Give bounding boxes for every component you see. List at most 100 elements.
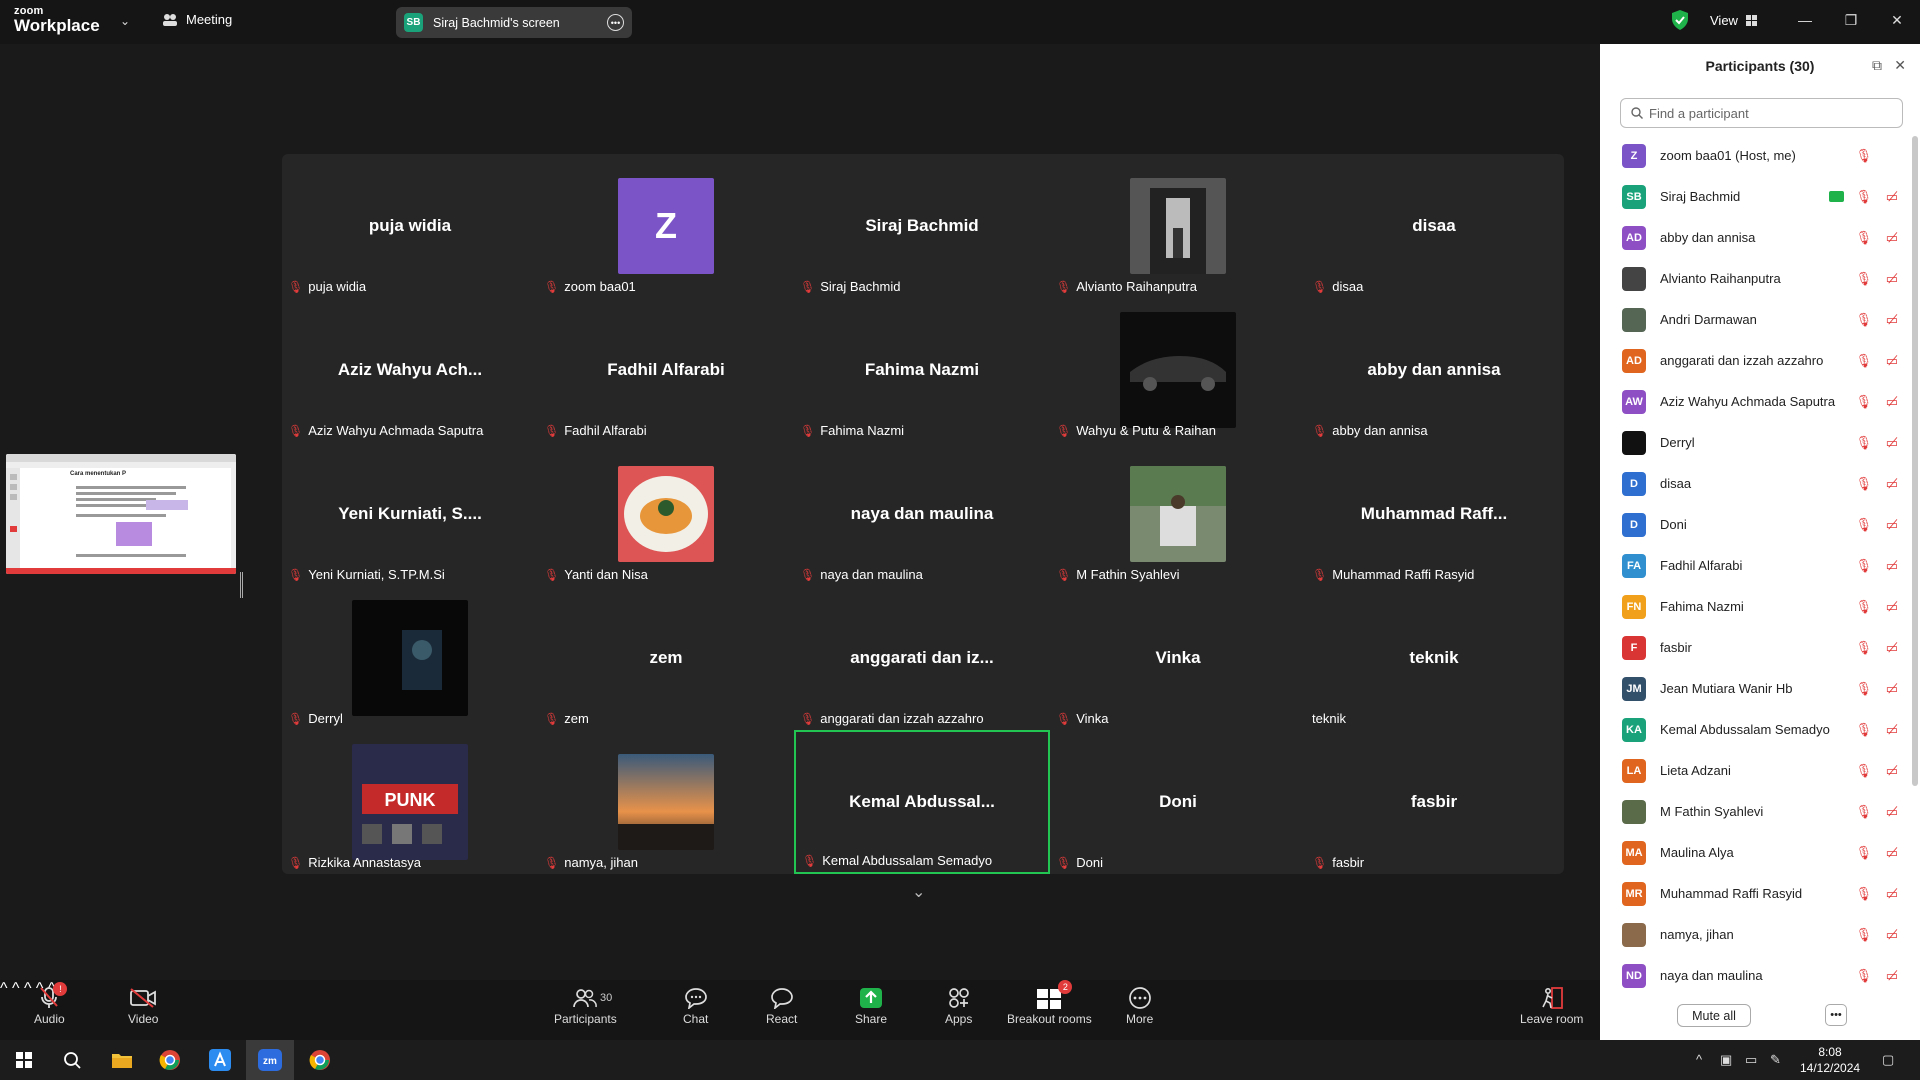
mic-muted-icon[interactable]: 🎙︎ [1855, 722, 1872, 738]
participant-video-tile[interactable]: 🎙︎ M Fathin Syahlevi [1050, 442, 1306, 586]
video-off-icon[interactable]: ▭̸ [1886, 968, 1898, 984]
system-clock[interactable]: 8:08 14/12/2024 [1800, 1044, 1860, 1076]
mic-muted-icon[interactable]: 🎙︎ [1855, 271, 1872, 287]
participant-video-tile[interactable]: Kemal Abdussal... 🎙︎ Kemal Abdussalam Sema… [794, 730, 1050, 874]
mic-muted-icon[interactable]: 🎙︎ [1855, 476, 1872, 492]
video-off-icon[interactable]: ▭̸ [1886, 353, 1898, 369]
participant-video-tile[interactable]: Muhammad Raff... 🎙︎ Muhammad Raffi Rasyid [1306, 442, 1562, 586]
participant-list-item[interactable]: Ffasbir 🎙︎ ▭̸ [1600, 627, 1910, 668]
thumbnail-resize-handle[interactable] [240, 572, 243, 598]
video-off-icon[interactable]: ▭̸ [1886, 230, 1898, 246]
participant-list-item[interactable]: FN Fahima Nazmi 🎙︎ ▭̸ [1600, 586, 1910, 627]
participants-button[interactable]: Participants [554, 984, 617, 1026]
scroll-down-chevron-icon[interactable]: ⌄ [912, 882, 925, 902]
participant-list-item[interactable]: MA Maulina Alya 🎙︎ ▭̸ [1600, 832, 1910, 873]
participant-list-scrollbar[interactable] [1912, 136, 1918, 786]
zoom-taskbar-icon[interactable]: zm [246, 1040, 294, 1080]
participant-video-tile[interactable]: anggarati dan iz... 🎙︎ anggarati dan izzah… [794, 586, 1050, 730]
participant-video-tile[interactable]: 🎙︎ Derryl [282, 586, 538, 730]
participant-video-tile[interactable]: Yeni Kurniati, S.... 🎙︎ Yeni Kurniati, S.T… [282, 442, 538, 586]
video-off-icon[interactable]: ▭̸ [1886, 722, 1898, 738]
close-panel-icon[interactable]: ✕ [1894, 57, 1906, 74]
windows-start-icon[interactable] [0, 1040, 48, 1080]
mic-muted-icon[interactable]: 🎙︎ [1855, 763, 1872, 779]
participant-video-tile[interactable]: PUNK 🎙︎ Rizkika Annastasya [282, 730, 538, 874]
participant-list-item[interactable]: Andri Darmawan 🎙︎ ▭̸ [1600, 299, 1910, 340]
zoom-workplace-logo[interactable]: zoom Workplace [14, 6, 100, 35]
audio-options-caret-icon[interactable]: ^ [0, 980, 8, 997]
more-button[interactable]: More [1126, 984, 1153, 1026]
participant-video-tile[interactable]: 🎙︎ namya, jihan [538, 730, 794, 874]
mic-muted-icon[interactable]: 🎙︎ [1855, 148, 1872, 164]
participant-video-tile[interactable]: Z 🎙︎ zoom baa01 [538, 154, 794, 298]
participant-list-item[interactable]: ND naya dan maulina 🎙︎ ▭̸ [1600, 955, 1910, 996]
display-icon[interactable]: ▭ [1745, 1052, 1757, 1068]
tray-expand-icon[interactable]: ^ [1696, 1052, 1702, 1067]
video-off-icon[interactable]: ▭̸ [1886, 886, 1898, 902]
participant-list-item[interactable]: SB Siraj Bachmid 🎙︎ ▭̸ [1600, 176, 1910, 217]
participant-video-tile[interactable]: fasbir 🎙︎ fasbir [1306, 730, 1562, 874]
participant-video-tile[interactable]: Fadhil Alfarabi 🎙︎ Fadhil Alfarabi [538, 298, 794, 442]
breakout-rooms-button[interactable]: 2 Breakout rooms [1007, 980, 1092, 1026]
more-options-button[interactable]: ••• [1825, 1004, 1847, 1026]
video-off-icon[interactable]: ▭̸ [1886, 804, 1898, 820]
participant-list-item[interactable]: AD abby dan annisa 🎙︎ ▭̸ [1600, 217, 1910, 258]
notifications-icon[interactable]: ▢ [1882, 1052, 1894, 1068]
video-off-icon[interactable]: ▭̸ [1886, 271, 1898, 287]
restore-icon[interactable]: ❐ [1828, 0, 1874, 40]
participant-list-item[interactable]: JM Jean Mutiara Wanir Hb 🎙︎ ▭̸ [1600, 668, 1910, 709]
video-off-icon[interactable]: ▭̸ [1886, 845, 1898, 861]
meeting-button[interactable]: Meeting [162, 12, 232, 27]
audio-button[interactable]: ! Audio [34, 982, 68, 1026]
mic-muted-icon[interactable]: 🎙︎ [1855, 804, 1872, 820]
shared-screen-thumbnail[interactable]: Cara menentukan P [6, 454, 236, 574]
participant-video-tile[interactable]: Doni 🎙︎ Doni [1050, 730, 1306, 874]
participant-video-tile[interactable]: naya dan maulina 🎙︎ naya dan maulina [794, 442, 1050, 586]
video-off-icon[interactable]: ▭̸ [1886, 927, 1898, 943]
mic-muted-icon[interactable]: 🎙︎ [1855, 681, 1872, 697]
screen-share-indicator[interactable]: SB Siraj Bachmid's screen ••• [396, 7, 632, 38]
mute-all-button[interactable]: Mute all [1677, 1004, 1751, 1027]
chat-button[interactable]: Chat [683, 984, 708, 1026]
participant-video-tile[interactable]: zem 🎙︎ zem [538, 586, 794, 730]
mic-muted-icon[interactable]: 🎙︎ [1855, 640, 1872, 656]
chevron-down-icon[interactable]: ⌄ [120, 14, 130, 28]
participant-list-item[interactable]: Alvianto Raihanputra 🎙︎ ▭̸ [1600, 258, 1910, 299]
video-off-icon[interactable]: ▭̸ [1886, 599, 1898, 615]
participant-video-tile[interactable]: 🎙︎ Wahyu & Putu & Raihan [1050, 298, 1306, 442]
close-icon[interactable]: ✕ [1874, 0, 1920, 40]
more-options-icon[interactable]: ••• [607, 14, 624, 31]
minimize-icon[interactable]: — [1782, 0, 1828, 40]
participant-list-item[interactable]: D Doni 🎙︎ ▭̸ [1600, 504, 1910, 545]
mic-muted-icon[interactable]: 🎙︎ [1855, 599, 1872, 615]
video-off-icon[interactable]: ▭̸ [1886, 640, 1898, 656]
mic-muted-icon[interactable]: 🎙︎ [1855, 517, 1872, 533]
participant-list-item[interactable]: AW Aziz Wahyu Achmada Saputra 🎙︎ ▭̸ [1600, 381, 1910, 422]
security-shield-icon[interactable] [1672, 10, 1688, 30]
mic-muted-icon[interactable]: 🎙︎ [1855, 435, 1872, 451]
mic-muted-icon[interactable]: 🎙︎ [1855, 353, 1872, 369]
participant-list-item[interactable]: MR Muhammad Raffi Rasyid 🎙︎ ▭̸ [1600, 873, 1910, 914]
search-taskbar-icon[interactable] [48, 1040, 96, 1080]
mic-muted-icon[interactable]: 🎙︎ [1855, 845, 1872, 861]
share-button[interactable]: Share [855, 984, 887, 1026]
video-off-icon[interactable]: ▭̸ [1886, 312, 1898, 328]
video-off-icon[interactable]: ▭̸ [1886, 394, 1898, 410]
mic-muted-icon[interactable]: 🎙︎ [1855, 189, 1872, 205]
apps-button[interactable]: Apps [945, 984, 972, 1026]
participant-list-item[interactable]: KA Kemal Abdussalam Semadyo 🎙︎ ▭̸ [1600, 709, 1910, 750]
participant-video-tile[interactable]: abby dan annisa 🎙︎ abby dan annisa [1306, 298, 1562, 442]
view-button[interactable]: View [1710, 13, 1757, 28]
participant-video-tile[interactable]: Siraj Bachmid 🎙︎ Siraj Bachmid [794, 154, 1050, 298]
participant-list-item[interactable]: AD anggarati dan izzah azzahro 🎙︎ ▭̸ [1600, 340, 1910, 381]
participant-video-tile[interactable]: disaa 🎙︎ disaa [1306, 154, 1562, 298]
video-off-icon[interactable]: ▭̸ [1886, 681, 1898, 697]
participant-list-item[interactable]: Zzoom baa01 (Host, me) 🎙︎ [1600, 135, 1910, 176]
participant-video-tile[interactable]: puja widia 🎙︎ puja widia [282, 154, 538, 298]
video-off-icon[interactable]: ▭̸ [1886, 517, 1898, 533]
participant-list-item[interactable]: LA Lieta Adzani 🎙︎ ▭̸ [1600, 750, 1910, 791]
participant-list-item[interactable]: Ddisaa 🎙︎ ▭̸ [1600, 463, 1910, 504]
mic-muted-icon[interactable]: 🎙︎ [1855, 886, 1872, 902]
participant-list-item[interactable]: Derryl 🎙︎ ▭̸ [1600, 422, 1910, 463]
mic-muted-icon[interactable]: 🎙︎ [1855, 968, 1872, 984]
